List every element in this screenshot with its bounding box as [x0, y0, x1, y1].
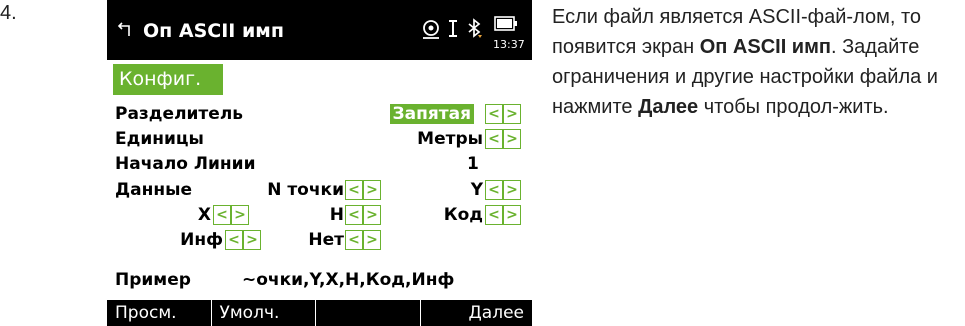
separator-value[interactable]: Запятая	[389, 104, 474, 124]
data-field-point-number[interactable]: N точки	[267, 180, 344, 200]
separator-arrows[interactable]: < >	[485, 104, 521, 124]
start-line-value[interactable]: 1	[467, 154, 479, 174]
data-field-x[interactable]: X	[198, 205, 211, 225]
example-value: ~очки,Y,X,H,Код,Инф	[242, 270, 455, 290]
right-arrow-icon[interactable]: >	[231, 205, 249, 225]
left-arrow-icon[interactable]: <	[345, 180, 363, 200]
data-field-info[interactable]: Инф	[180, 230, 223, 250]
softkey-default[interactable]: Умолч.	[212, 300, 316, 326]
cursor-icon	[447, 16, 459, 44]
left-arrow-icon[interactable]: <	[213, 205, 231, 225]
description: Если файл является ASCII-фай-лом, то поя…	[552, 2, 962, 122]
left-arrow-icon[interactable]: <	[225, 230, 243, 250]
description-bold1: Оп ASCII имп	[699, 36, 831, 58]
right-arrow-icon[interactable]: >	[503, 129, 521, 149]
data-field-arrows[interactable]: < >	[225, 230, 261, 250]
example-label: Пример	[115, 270, 191, 290]
right-arrow-icon[interactable]: >	[363, 180, 381, 200]
right-arrow-icon[interactable]: >	[503, 205, 521, 225]
right-arrow-icon[interactable]: >	[243, 230, 261, 250]
softkey-bar: Просм. Умолч. Далее	[107, 300, 532, 326]
data-field-arrows[interactable]: < >	[345, 180, 381, 200]
units-value[interactable]: Метры	[417, 129, 483, 149]
tab-config[interactable]: Конфиг.	[113, 64, 223, 95]
clock: 13:37	[493, 38, 525, 51]
description-bold2: Далее	[638, 96, 699, 118]
units-label: Единицы	[115, 129, 204, 149]
left-arrow-icon[interactable]: <	[345, 205, 363, 225]
description-part3: чтобы продол-жить.	[698, 96, 889, 118]
left-arrow-icon[interactable]: <	[485, 104, 503, 124]
target-icon	[420, 16, 442, 44]
left-arrow-icon[interactable]: <	[345, 230, 363, 250]
left-arrow-icon[interactable]: <	[485, 129, 503, 149]
title-bar: Оп ASCII имп 13:37	[107, 0, 532, 60]
screen-title: Оп ASCII имп	[143, 20, 284, 42]
data-field-code[interactable]: Код	[444, 205, 483, 225]
right-arrow-icon[interactable]: >	[503, 180, 521, 200]
data-field-h[interactable]: H	[330, 205, 344, 225]
data-field-none[interactable]: Нет	[308, 230, 344, 250]
softkey-next[interactable]: Далее	[421, 300, 533, 326]
softkey-preview[interactable]: Просм.	[107, 300, 212, 326]
data-field-arrows[interactable]: < >	[345, 230, 381, 250]
start-line-label: Начало Линии	[115, 154, 256, 174]
separator-label: Разделитель	[115, 104, 244, 124]
step-number: 4.	[0, 2, 17, 24]
left-arrow-icon[interactable]: <	[485, 180, 503, 200]
right-arrow-icon[interactable]: >	[503, 104, 521, 124]
units-arrows[interactable]: < >	[485, 129, 521, 149]
right-arrow-icon[interactable]: >	[363, 230, 381, 250]
data-field-arrows[interactable]: < >	[485, 180, 521, 200]
battery-icon	[494, 14, 518, 40]
bluetooth-icon	[466, 16, 484, 44]
data-field-arrows[interactable]: < >	[345, 205, 381, 225]
left-arrow-icon[interactable]: <	[485, 205, 503, 225]
right-arrow-icon[interactable]: >	[363, 205, 381, 225]
softkey-empty[interactable]	[316, 300, 421, 326]
data-label: Данные	[115, 180, 193, 200]
data-field-y[interactable]: Y	[471, 180, 483, 200]
back-arrow-icon[interactable]	[117, 20, 135, 43]
device-screen: Оп ASCII имп 13:37 Конфиг. Разделитель З…	[107, 0, 532, 326]
data-field-arrows[interactable]: < >	[485, 205, 521, 225]
data-field-arrows[interactable]: < >	[213, 205, 249, 225]
